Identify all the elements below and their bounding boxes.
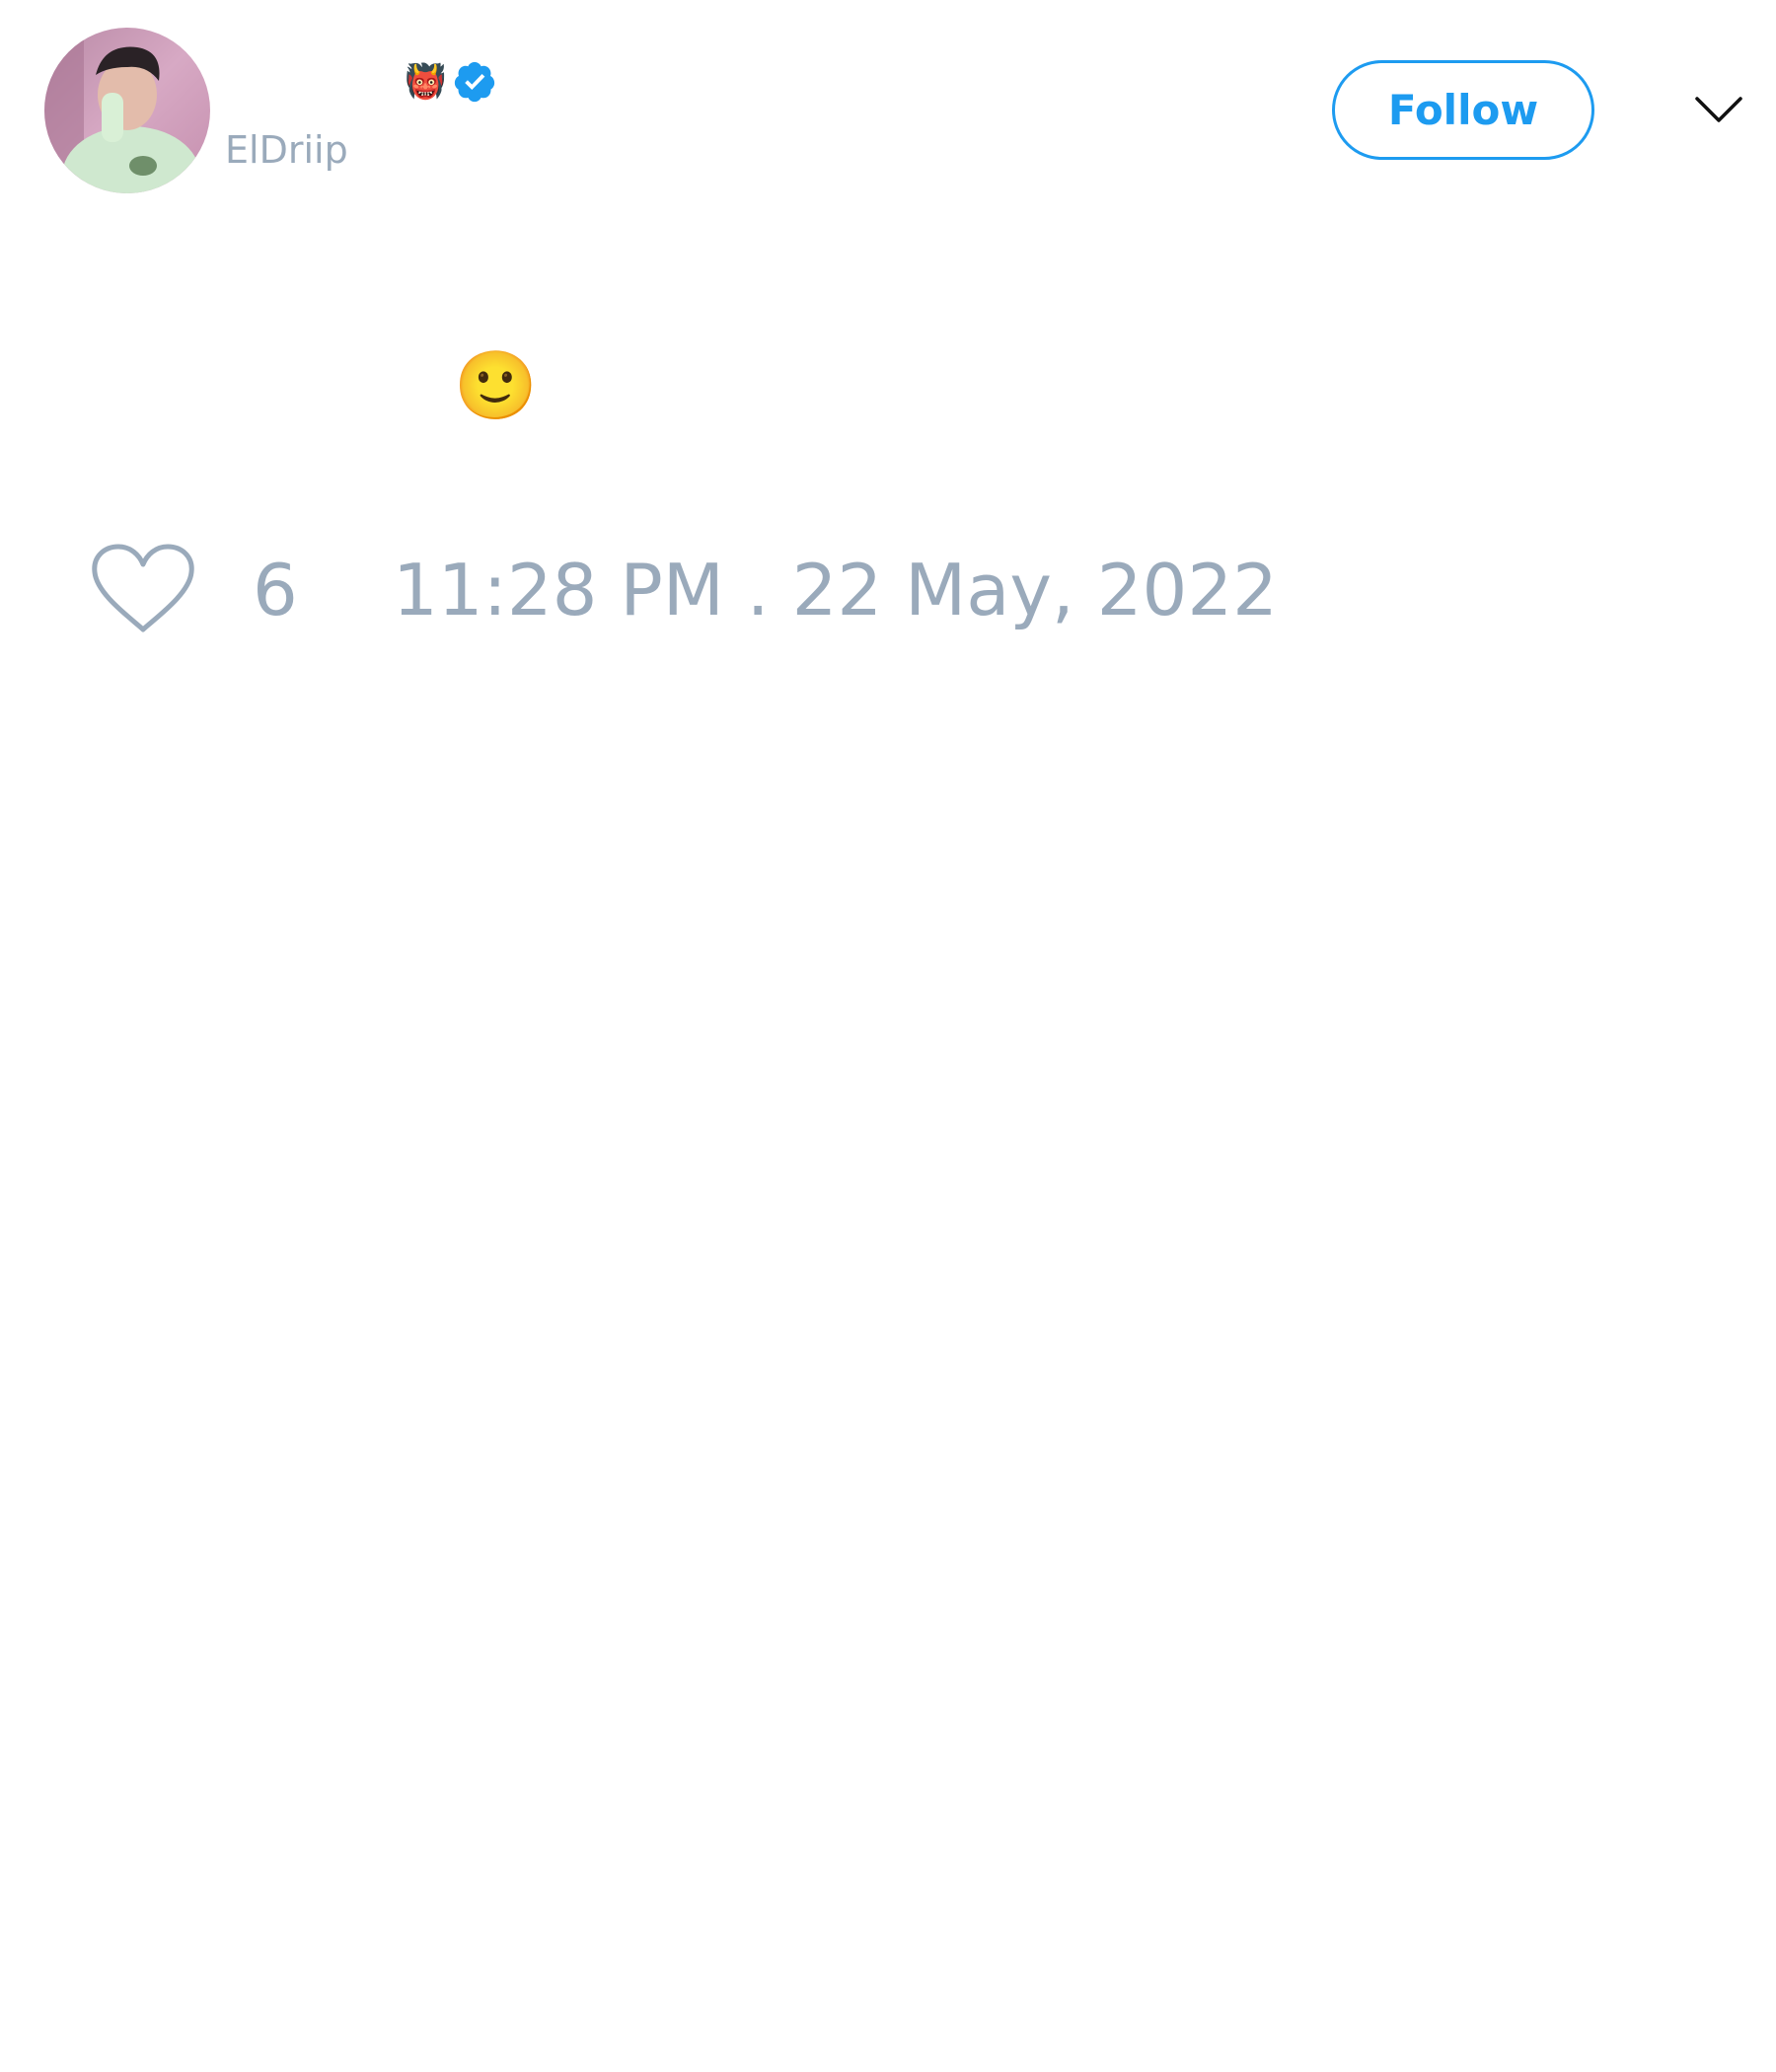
verified-badge-icon <box>455 61 495 103</box>
tweet-text: 🙂 <box>454 347 538 425</box>
ogre-emoji: 👹 <box>405 62 447 102</box>
heart-icon[interactable] <box>91 543 195 635</box>
display-name[interactable]: 👹 <box>405 57 497 107</box>
chevron-down-icon[interactable] <box>1693 91 1744 130</box>
tweet-timestamp[interactable]: 11:28 PM . 22 May, 2022 <box>393 549 1278 631</box>
like-count: 6 <box>253 549 298 631</box>
follow-button[interactable]: Follow <box>1332 60 1594 160</box>
user-handle[interactable]: ElDriip <box>225 125 348 175</box>
avatar-photo <box>44 28 210 193</box>
avatar[interactable] <box>44 28 210 193</box>
